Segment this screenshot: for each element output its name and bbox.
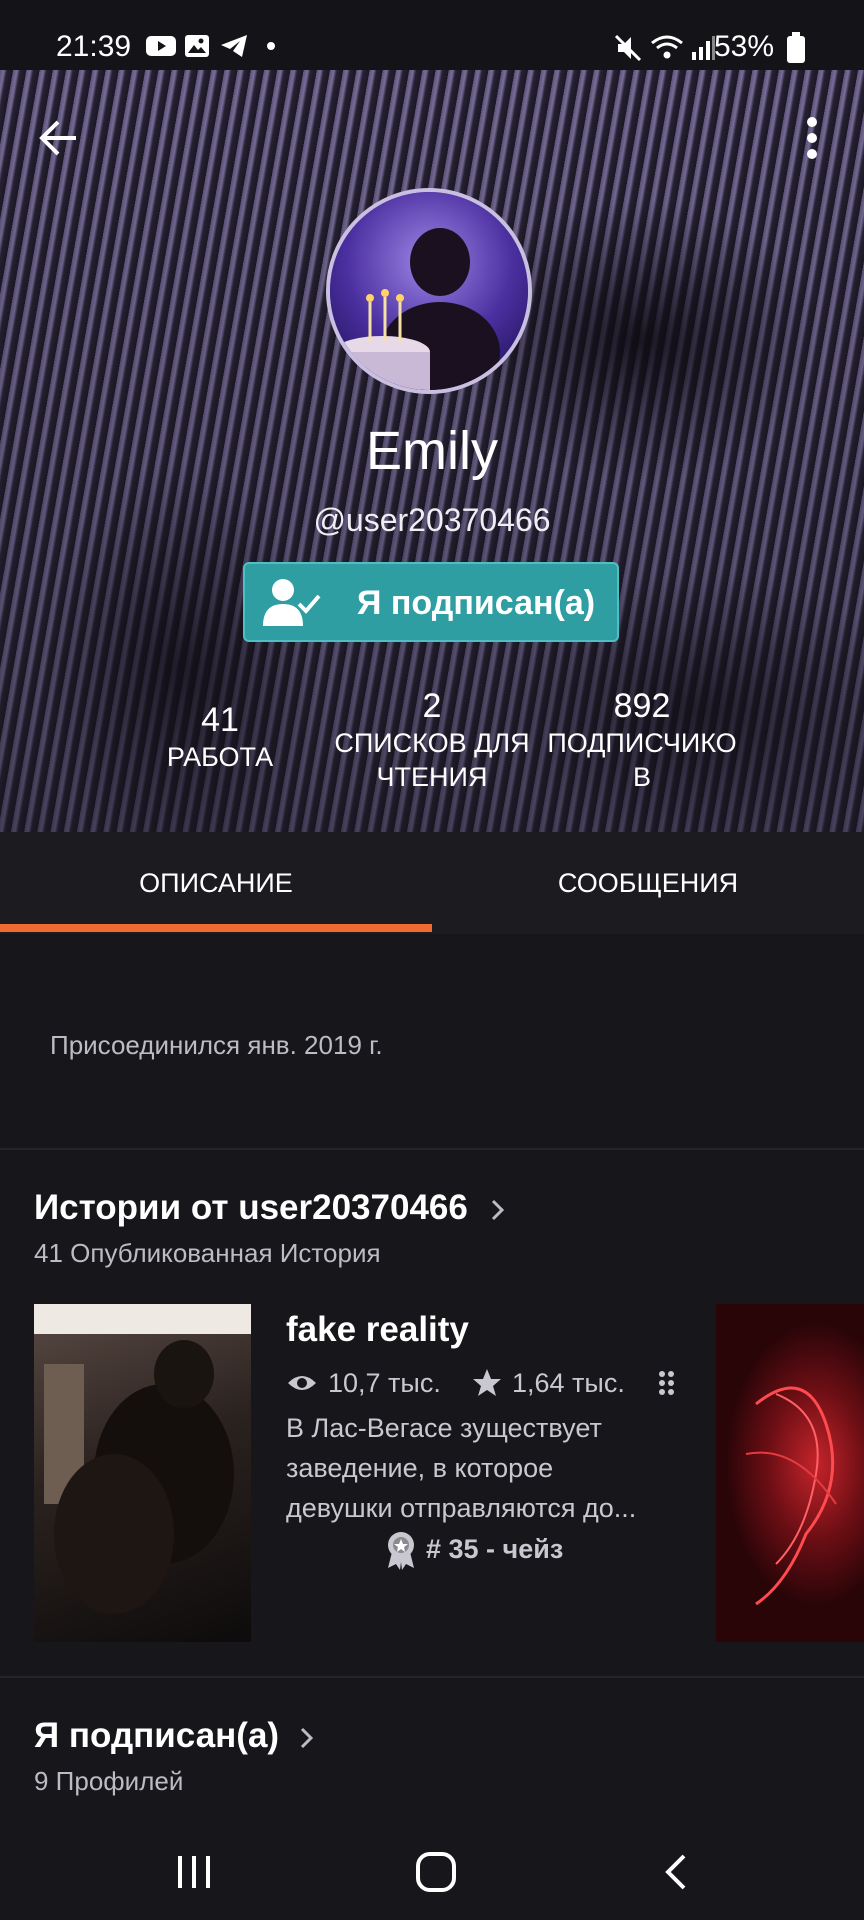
tab-messages[interactable]: СООБЩЕНИЯ <box>432 832 864 934</box>
following-section-header[interactable]: Я подписан(а) <box>34 1716 317 1756</box>
story-cover-next-image <box>745 1386 837 1606</box>
wifi-icon <box>651 35 683 59</box>
stat-works[interactable]: 41 РАБОТА <box>150 700 290 774</box>
youtube-icon <box>146 36 176 56</box>
parts-icon <box>659 1371 674 1395</box>
story-stats: 10,7 тыс. 1,64 тыс. <box>286 1364 686 1404</box>
more-vertical-icon <box>807 117 817 159</box>
following-count: 9 Профилей <box>34 1766 184 1796</box>
mute-icon <box>614 34 642 62</box>
stories-section-header[interactable]: Истории от user20370466 <box>34 1188 508 1228</box>
avatar-image <box>330 192 528 390</box>
system-nav-bar <box>0 1820 864 1920</box>
following-button-label: Я подписан(а) <box>357 584 596 622</box>
stories-section-title: Истории от user20370466 <box>34 1188 468 1227</box>
status-bar: 21:39 53% <box>0 0 864 70</box>
stat-works-label: РАБОТА <box>166 742 274 772</box>
arrow-left-icon <box>39 120 76 156</box>
stat-followers-label-line2: В <box>632 762 651 792</box>
stat-followers[interactable]: 892 ПОДПИСЧИКО В <box>532 686 752 794</box>
gallery-icon <box>185 35 209 57</box>
chevron-right-icon <box>300 1727 313 1748</box>
story-rank-text: # 35 - чейз <box>426 1534 564 1564</box>
story-title[interactable]: fake reality <box>286 1310 469 1350</box>
back-icon[interactable] <box>660 1850 694 1894</box>
tab-about[interactable]: ОПИСАНИЕ <box>0 832 432 934</box>
stat-followers-label-line1: ПОДПИСЧИКО <box>547 728 737 758</box>
avatar[interactable] <box>326 188 532 394</box>
story-cover-next[interactable] <box>716 1304 864 1642</box>
profile-handle: @user20370466 <box>313 502 551 538</box>
more-options-button[interactable] <box>790 106 834 170</box>
chevron-right-icon <box>491 1199 504 1220</box>
ribbon-badge-icon <box>388 1532 414 1570</box>
profile-header: Emily @user20370466 Я подписан(а) 41 РАБ… <box>0 70 864 832</box>
status-time: 21:39 <box>56 30 132 63</box>
stat-works-value: 41 <box>201 701 239 739</box>
story-reads: 10,7 тыс. <box>328 1368 441 1398</box>
following-section-title: Я подписан(а) <box>34 1716 280 1755</box>
battery-percent: 53% <box>713 30 774 63</box>
telegram-icon <box>221 35 247 57</box>
stat-reading-lists-label-line2: ЧТЕНИЯ <box>376 762 488 792</box>
story-description-line: девушки отправляются до... <box>286 1493 637 1523</box>
story-cover[interactable] <box>34 1304 251 1642</box>
eye-icon <box>288 1376 316 1390</box>
joined-date: Присоединился янв. 2019 г. <box>50 1030 383 1060</box>
dot-icon <box>267 42 275 50</box>
profile-name: Emily <box>366 421 498 481</box>
story-rank[interactable]: # 35 - чейз <box>384 1530 684 1570</box>
back-button[interactable] <box>30 108 90 168</box>
active-tab-indicator <box>0 924 432 932</box>
story-description-line: В Лас-Вегасе зуществует <box>286 1413 602 1443</box>
stories-count: 41 Опубликованная История <box>34 1238 381 1268</box>
signal-icon <box>692 36 715 60</box>
stat-reading-lists-label-line1: СПИСКОВ ДЛЯ <box>334 728 530 758</box>
story-description: В Лас-Вегасе зуществует заведение, в кот… <box>286 1408 666 1528</box>
following-button[interactable]: Я подписан(а) <box>243 562 619 642</box>
story-votes: 1,64 тыс. <box>512 1368 625 1398</box>
stat-followers-value: 892 <box>613 687 671 725</box>
story-cover-image <box>34 1304 251 1614</box>
star-icon <box>473 1369 501 1396</box>
battery-icon <box>787 32 805 63</box>
divider <box>0 1148 864 1150</box>
stat-reading-lists[interactable]: 2 СПИСКОВ ДЛЯ ЧТЕНИЯ <box>322 686 542 794</box>
divider <box>0 1676 864 1678</box>
user-check-icon <box>263 579 321 626</box>
recent-apps-icon[interactable] <box>174 1852 214 1892</box>
profile-tabs: ОПИСАНИЕ СООБЩЕНИЯ <box>0 832 864 934</box>
home-icon[interactable] <box>414 1850 458 1894</box>
story-description-line: заведение, в которое <box>286 1453 554 1483</box>
stat-reading-lists-value: 2 <box>422 687 442 725</box>
